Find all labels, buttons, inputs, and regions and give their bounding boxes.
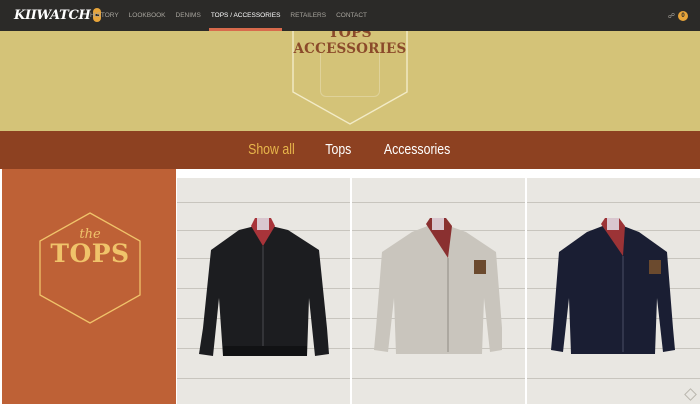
product-card-navy-jacket[interactable]	[527, 178, 700, 404]
jacket-image	[551, 218, 675, 354]
hero-title: TOPS ACCESSORIES	[292, 31, 408, 58]
cart-button[interactable]: ☍ 0	[668, 11, 688, 21]
category-title: TOPS	[50, 239, 130, 268]
nav-item-tops-accessories[interactable]: TOPS / ACCESSORIES	[208, 0, 283, 31]
product-card-black-jacket[interactable]	[177, 178, 350, 404]
nav-item-lookbook[interactable]: LOOKBOOK	[129, 0, 166, 31]
hero-banner: TOPS ACCESSORIES	[0, 31, 700, 131]
nav-item-retailers[interactable]: RETAILERS	[290, 0, 326, 31]
nav-item-history[interactable]: HISTORY	[90, 0, 119, 31]
category-tile: the TOPS	[2, 169, 176, 404]
product-card-stone-jacket[interactable]	[352, 178, 525, 404]
top-navbar: KIIWATCH HISTORY LOOKBOOK DENIMS TOPS / …	[0, 0, 700, 31]
category-filter-bar: Show all Tops Accessories	[0, 131, 700, 169]
nav-item-denims[interactable]: DENIMS	[176, 0, 201, 31]
nav-item-contact[interactable]: CONTACT	[336, 0, 367, 31]
cart-icon: ☍	[667, 13, 675, 20]
cart-count-badge: 0	[678, 11, 688, 21]
jacket-image	[199, 218, 329, 356]
hero-title-line2: ACCESSORIES	[293, 41, 407, 57]
logo-text: KIIWATCH	[14, 7, 91, 23]
jacket-image	[374, 218, 502, 354]
filter-tops[interactable]: Tops	[325, 142, 351, 158]
filter-show-all[interactable]: Show all	[248, 142, 295, 158]
hero-title-line1: TOPS	[328, 31, 372, 41]
product-grid: the TOPS	[0, 169, 700, 404]
kiiwatch-logo[interactable]: KIIWATCH	[14, 5, 101, 25]
main-nav: HISTORY LOOKBOOK DENIMS TOPS / ACCESSORI…	[90, 0, 377, 31]
filter-accessories[interactable]: Accessories	[384, 142, 450, 158]
